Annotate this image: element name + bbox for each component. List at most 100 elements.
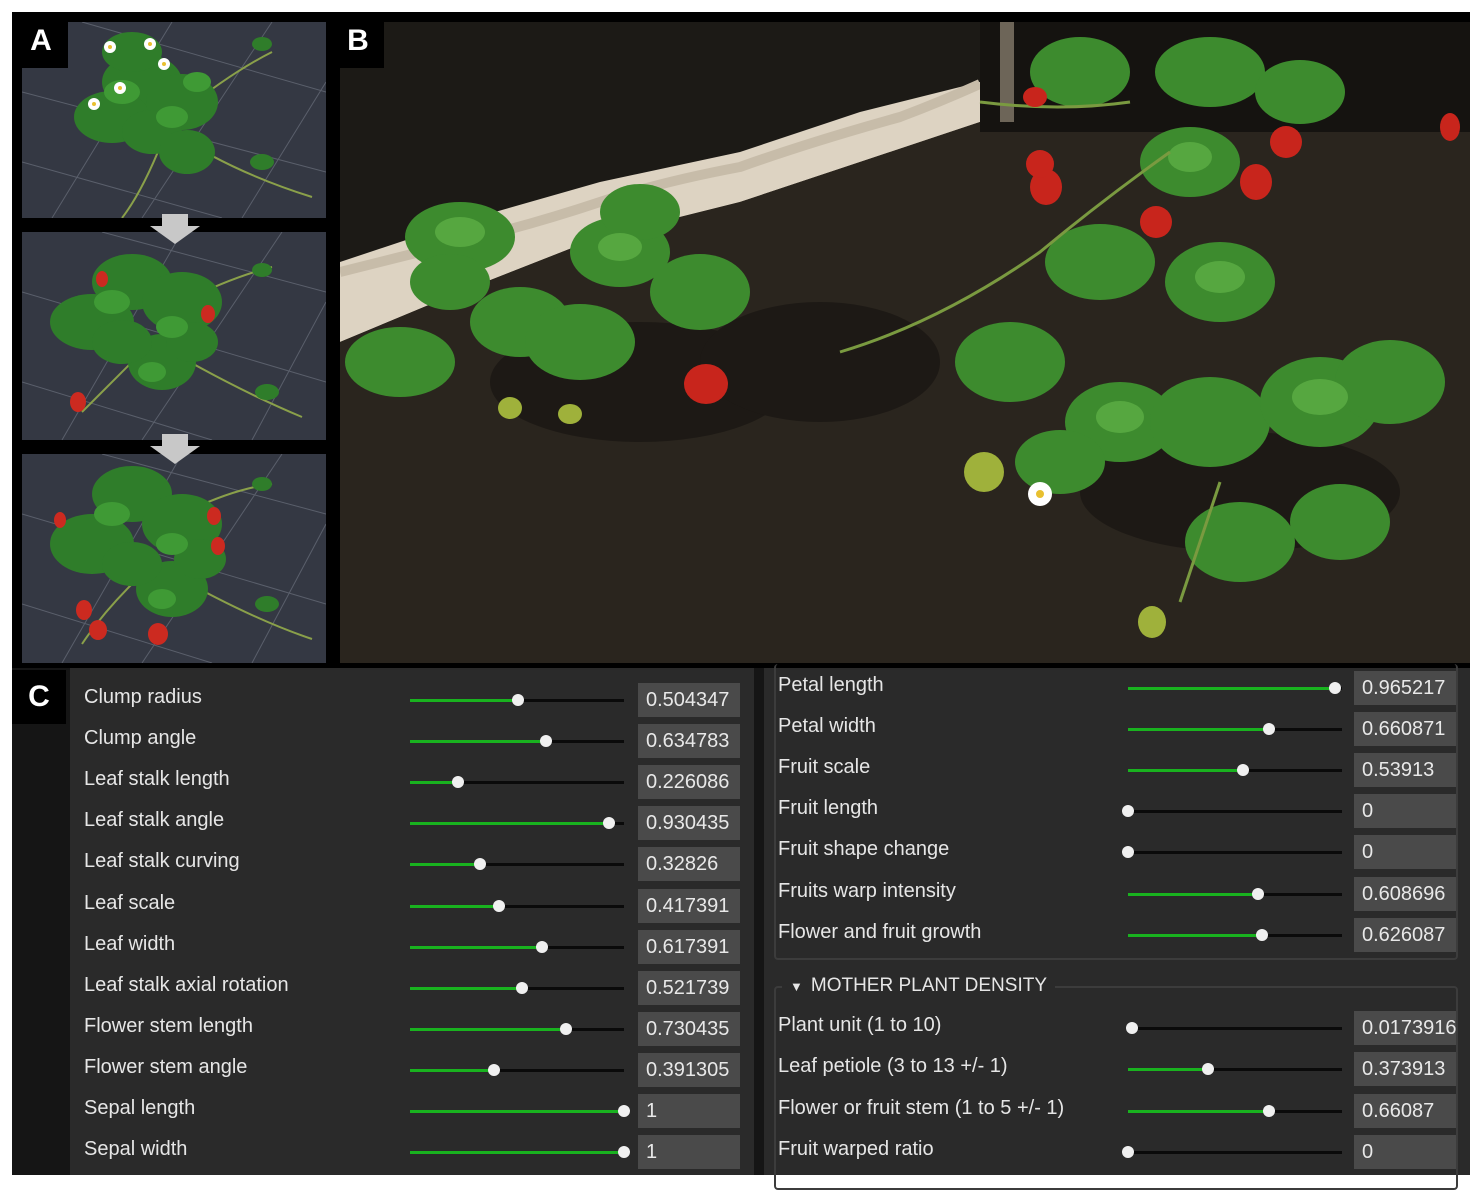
parameter-label: Flower stem angle — [84, 1055, 248, 1078]
parameter-slider[interactable] — [1128, 723, 1342, 736]
parameter-value-field[interactable]: 0.53913 — [1354, 753, 1456, 788]
parameter-slider[interactable] — [1128, 764, 1342, 777]
parameter-slider[interactable] — [410, 694, 624, 706]
slider-handle[interactable] — [1263, 1104, 1276, 1117]
parameter-slider[interactable] — [410, 1063, 624, 1076]
slider-handle[interactable] — [1122, 805, 1134, 818]
parameter-slider[interactable] — [1128, 1063, 1342, 1076]
parameter-row: Petal length 0.965217 — [764, 668, 1470, 709]
parameter-value-field[interactable]: 0.930435 — [638, 806, 740, 841]
parameter-label: Fruit scale — [778, 756, 871, 779]
parameter-row: Fruit scale 0.53913 — [764, 750, 1470, 791]
parameter-slider[interactable] — [410, 735, 624, 748]
slider-handle[interactable] — [493, 899, 506, 912]
slider-fill — [410, 822, 610, 826]
parameter-value-field[interactable]: 0.0173916 — [1354, 1011, 1456, 1045]
mother-plant-density-header[interactable]: ▼ MOTHER PLANT DENSITY — [782, 975, 1056, 997]
parameter-label: Plant unit (1 to 10) — [778, 1014, 942, 1036]
parameter-value-field[interactable]: 1 — [638, 1135, 740, 1170]
parameter-slider[interactable] — [1128, 928, 1342, 941]
parameter-label: Leaf width — [84, 932, 176, 955]
parameter-value-field[interactable]: 0.391305 — [638, 1052, 740, 1087]
slider-handle[interactable] — [618, 1146, 630, 1159]
parameter-value-field[interactable]: 0.965217 — [1354, 671, 1456, 705]
parameter-row: Leaf scale 0.417391 — [70, 886, 754, 927]
panel-label-b: B — [332, 14, 384, 68]
parameter-slider[interactable] — [410, 858, 624, 871]
parameter-value-field[interactable]: 0.521739 — [638, 970, 740, 1005]
parameter-value-field[interactable]: 0.608696 — [1354, 876, 1456, 911]
parameter-label: Leaf stalk axial rotation — [84, 973, 289, 996]
slider-handle[interactable] — [1122, 1146, 1134, 1159]
parameter-row: Flower and fruit growth 0.626087 — [764, 915, 1470, 956]
parameter-value-field[interactable]: 0.373913 — [1354, 1052, 1456, 1087]
parameter-row: Sepal width 1 — [70, 1132, 754, 1173]
parameter-value-field[interactable]: 0 — [1354, 794, 1456, 829]
parameter-label: Sepal length — [84, 1097, 196, 1119]
parameter-value-field[interactable]: 0.617391 — [638, 929, 740, 964]
slider-handle[interactable] — [539, 735, 552, 748]
slider-fill — [1128, 892, 1259, 896]
parameter-value-field[interactable]: 0.32826 — [638, 847, 740, 882]
parameter-row: Fruit warped ratio 0 — [764, 1132, 1470, 1173]
parameter-slider[interactable] — [1122, 805, 1342, 818]
parameter-slider[interactable] — [410, 776, 624, 789]
parameter-row: Sepal length 1 — [70, 1091, 754, 1132]
panel-label-a: A — [14, 14, 68, 68]
parameter-row: Plant unit (1 to 10) 0.0173916 — [764, 1008, 1470, 1049]
parameter-value-field[interactable]: 0 — [1354, 1135, 1456, 1170]
parameter-row: Flower stem length 0.730435 — [70, 1009, 754, 1050]
parameter-slider[interactable] — [410, 1022, 624, 1035]
slider-handle[interactable] — [474, 858, 487, 871]
parameter-slider[interactable] — [1128, 1104, 1342, 1117]
slider-handle[interactable] — [618, 1105, 630, 1117]
parameter-label: Flower or fruit stem (1 to 5 +/- 1) — [778, 1096, 1065, 1119]
parameter-row: Fruit shape change 0 — [764, 832, 1470, 873]
parameter-slider[interactable] — [410, 817, 624, 830]
plant-stage-3-image — [22, 454, 326, 663]
slider-handle[interactable] — [536, 940, 549, 953]
parameter-value-field[interactable]: 0.634783 — [638, 724, 740, 759]
parameter-label: Flower and fruit growth — [778, 920, 982, 943]
parameter-value-field[interactable]: 0.226086 — [638, 765, 740, 800]
parameter-value-field[interactable]: 0 — [1354, 835, 1456, 870]
parameter-slider[interactable] — [410, 1105, 630, 1117]
parameter-slider[interactable] — [1122, 1146, 1342, 1159]
parameter-label: Leaf stalk curving — [84, 850, 240, 873]
slider-handle[interactable] — [560, 1022, 573, 1035]
parameter-value-field[interactable]: 0.626087 — [1354, 917, 1456, 952]
slider-handle[interactable] — [1202, 1063, 1215, 1076]
parameter-slider[interactable] — [1128, 887, 1342, 900]
slider-handle[interactable] — [487, 1063, 500, 1076]
parameter-slider[interactable] — [410, 981, 624, 994]
slider-handle[interactable] — [1125, 1022, 1138, 1034]
section-title: MOTHER PLANT DENSITY — [810, 975, 1048, 996]
slider-handle[interactable] — [452, 776, 465, 789]
slider-handle[interactable] — [1255, 928, 1268, 941]
slider-handle[interactable] — [515, 981, 528, 994]
slider-handle[interactable] — [1263, 723, 1276, 736]
parameter-value-field[interactable]: 0.504347 — [638, 683, 740, 717]
slider-handle[interactable] — [1328, 682, 1341, 694]
parameter-label: Fruit warped ratio — [778, 1138, 934, 1161]
parameter-value-field[interactable]: 0.660871 — [1354, 712, 1456, 747]
slider-handle[interactable] — [511, 694, 524, 706]
parameter-label: Clump angle — [84, 727, 197, 750]
slider-fill — [410, 699, 518, 702]
parameter-slider[interactable] — [1122, 846, 1342, 859]
parameter-slider[interactable] — [410, 899, 624, 912]
parameter-slider[interactable] — [1125, 1022, 1342, 1034]
slider-handle[interactable] — [1122, 846, 1134, 859]
parameter-label: Fruit shape change — [778, 838, 950, 861]
parameter-slider[interactable] — [410, 1146, 630, 1159]
parameter-slider[interactable] — [410, 940, 624, 953]
parameter-value-field[interactable]: 0.730435 — [638, 1011, 740, 1046]
slider-handle[interactable] — [1252, 887, 1265, 900]
slider-handle[interactable] — [1237, 764, 1250, 777]
parameter-value-field[interactable]: 0.66087 — [1354, 1093, 1456, 1128]
parameter-slider[interactable] — [1128, 682, 1342, 694]
parameter-value-field[interactable]: 1 — [638, 1094, 740, 1128]
slider-handle[interactable] — [603, 817, 616, 830]
parameter-value-field[interactable]: 0.417391 — [638, 888, 740, 923]
slider-fill — [410, 1151, 624, 1155]
